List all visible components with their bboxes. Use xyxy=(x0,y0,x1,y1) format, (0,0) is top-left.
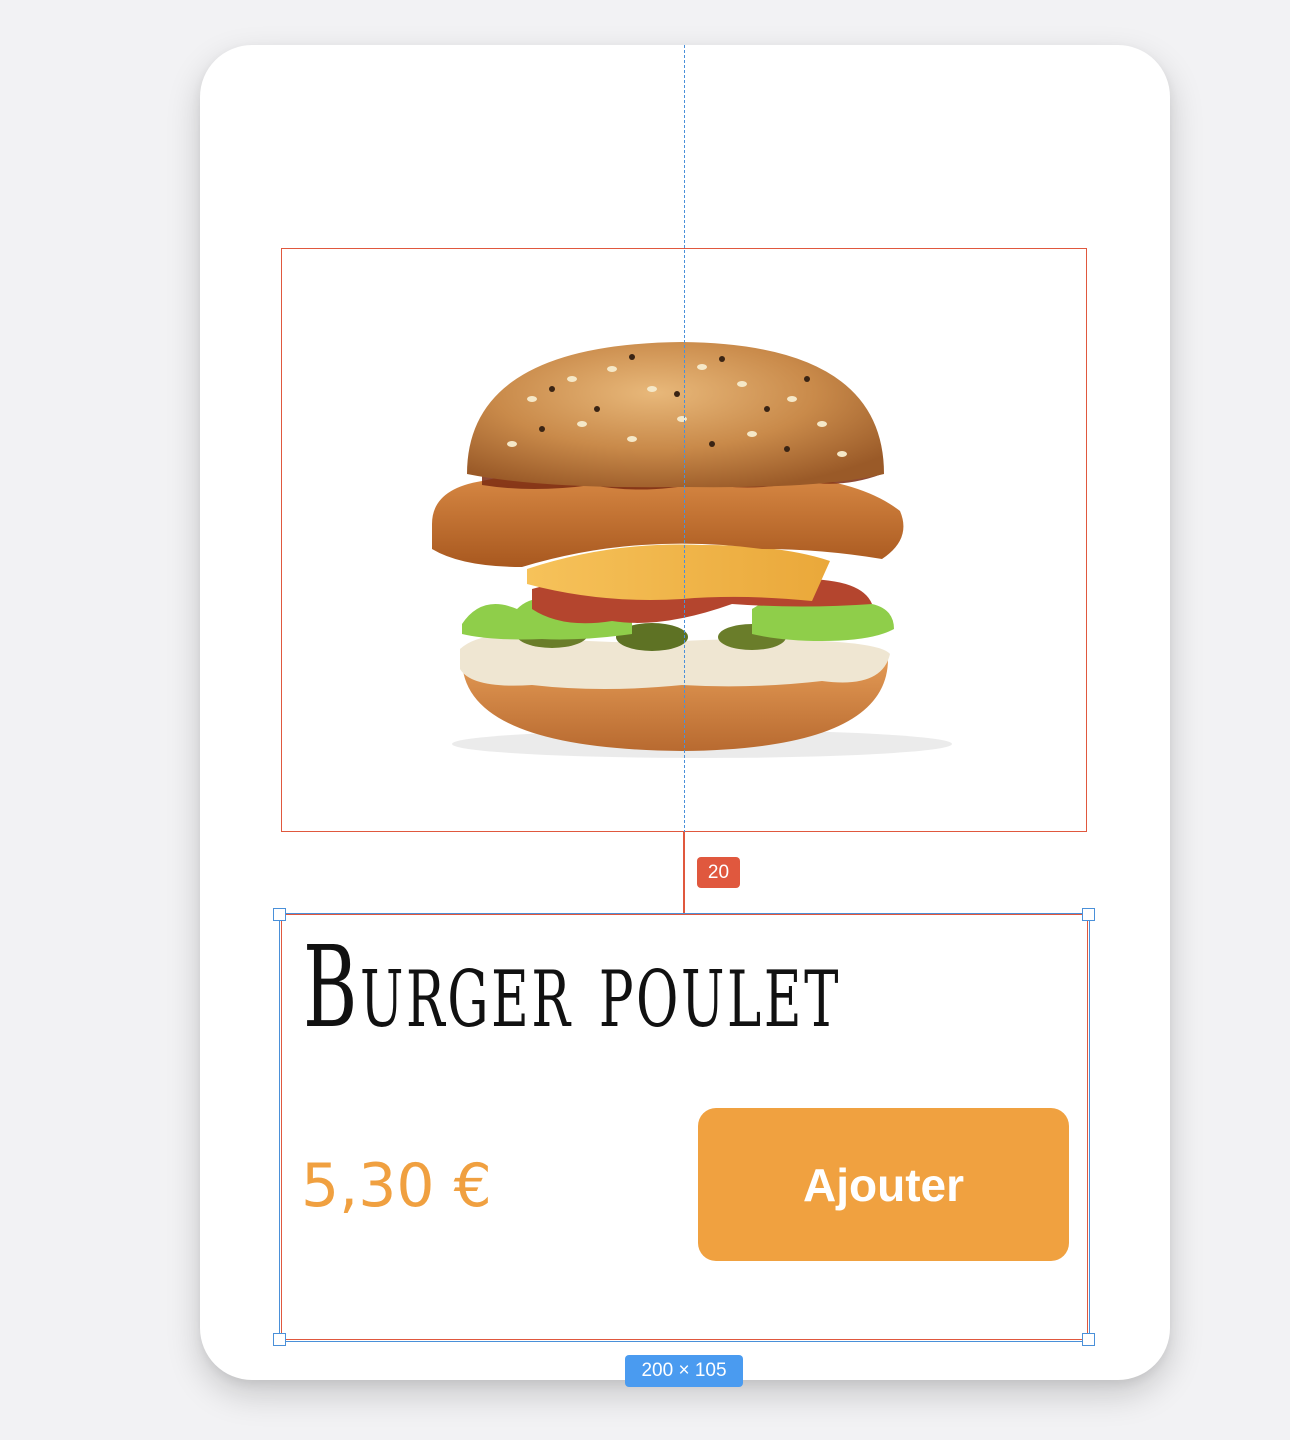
spacing-guide xyxy=(683,832,685,914)
product-price: 5,30 € xyxy=(301,1151,492,1221)
resize-handle-bottom-left[interactable] xyxy=(273,1333,286,1346)
resize-handle-bottom-right[interactable] xyxy=(1082,1333,1095,1346)
vertical-center-guide xyxy=(684,45,685,913)
product-title: Burger poulet xyxy=(303,923,842,1053)
gap-badge: 20 xyxy=(697,857,740,888)
resize-handle-top-left[interactable] xyxy=(273,908,286,921)
add-button[interactable]: Ajouter xyxy=(698,1108,1069,1261)
resize-handle-top-right[interactable] xyxy=(1082,908,1095,921)
size-badge: 200 × 105 xyxy=(625,1355,743,1387)
